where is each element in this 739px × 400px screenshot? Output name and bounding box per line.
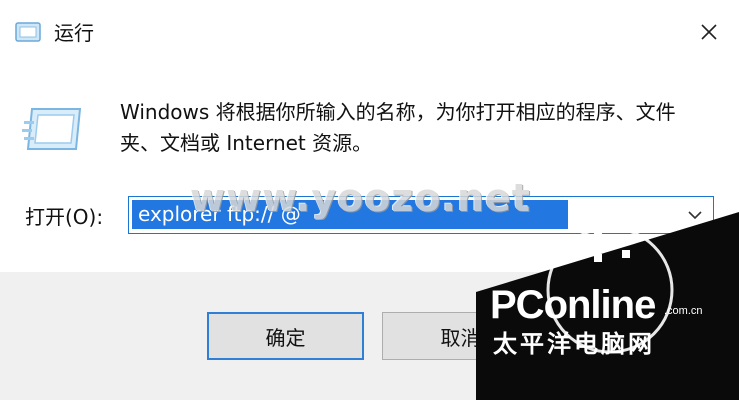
- open-field-label: 打开(O):: [25, 205, 104, 229]
- run-large-icon: [22, 103, 86, 155]
- title-bar: 运行: [0, 0, 739, 62]
- close-button[interactable]: [691, 14, 727, 50]
- chevron-down-icon[interactable]: [685, 205, 705, 225]
- open-input[interactable]: explorer ftp:// @: [132, 200, 568, 229]
- window-title: 运行: [54, 21, 94, 45]
- open-combobox[interactable]: explorer ftp:// @: [128, 196, 714, 234]
- ok-button[interactable]: 确定: [207, 312, 364, 360]
- run-app-icon: [15, 21, 41, 43]
- run-dialog: 运行 Windows 将根据你所输入的名称，为你打开相应的程序、文件夹、文档或 …: [0, 0, 739, 400]
- cancel-button[interactable]: 取消: [382, 312, 539, 360]
- button-footer: [0, 272, 739, 400]
- dialog-description: Windows 将根据你所输入的名称，为你打开相应的程序、文件夹、文档或 Int…: [120, 100, 676, 155]
- close-icon: [701, 24, 717, 40]
